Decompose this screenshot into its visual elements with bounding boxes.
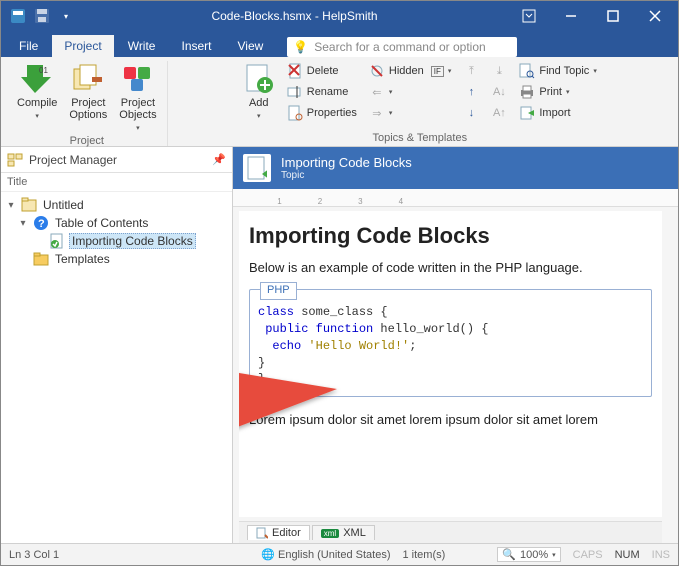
search-input[interactable]: 💡 Search for a command or option xyxy=(287,37,517,57)
find-topic-button[interactable]: Find Topic ▾ xyxy=(515,61,600,81)
app-icon[interactable] xyxy=(7,5,29,27)
hidden-button[interactable]: Hidden IF ▾ xyxy=(365,61,455,81)
xml-badge-icon: xml xyxy=(321,529,339,538)
window-title: Code-Blocks.hsmx - HelpSmith xyxy=(77,9,512,23)
ruler[interactable]: 1234 xyxy=(233,189,678,207)
editor-area[interactable]: Importing Code Blocks Below is an exampl… xyxy=(239,211,662,517)
save-icon[interactable] xyxy=(31,5,53,27)
tree-root[interactable]: ▾ Untitled xyxy=(3,196,230,214)
search-placeholder: Search for a command or option xyxy=(314,40,485,54)
close-button[interactable] xyxy=(638,1,672,31)
status-items: 1 item(s) xyxy=(402,549,445,561)
status-ins: INS xyxy=(652,549,670,561)
project-icon xyxy=(21,197,37,213)
help-icon: ? xyxy=(33,215,49,231)
rename-button[interactable]: Rename xyxy=(283,82,361,102)
minimize-button[interactable] xyxy=(554,1,588,31)
qat-dropdown-icon[interactable]: ▾ xyxy=(55,5,77,27)
print-button[interactable]: Print ▾ xyxy=(515,82,600,102)
project-tree[interactable]: ▾ Untitled ▾ ? Table of Contents Importi… xyxy=(1,192,232,543)
status-num: NUM xyxy=(615,549,640,561)
tree-column-title[interactable]: Title xyxy=(1,173,232,192)
topic-icon xyxy=(49,233,65,249)
tab-file[interactable]: File xyxy=(7,35,50,57)
status-language[interactable]: 🌐 English (United States) xyxy=(261,548,390,561)
tab-xml[interactable]: xml XML xyxy=(312,525,375,540)
project-manager-header: Project Manager 📌 xyxy=(1,147,232,173)
delete-button[interactable]: Delete xyxy=(283,61,361,81)
move-left-button: ⇐▾ xyxy=(365,82,455,102)
group-topics-label: Topics & Templates xyxy=(373,132,468,146)
svg-text:01: 01 xyxy=(39,66,48,75)
topic-header: Importing Code Blocks Topic xyxy=(233,147,678,189)
tree-toc[interactable]: ▾ ? Table of Contents xyxy=(3,214,230,232)
properties-button[interactable]: Properties xyxy=(283,103,361,123)
tab-editor[interactable]: Editor xyxy=(247,525,310,540)
move-first-button: ⤒ xyxy=(459,61,483,81)
import-button[interactable]: Import xyxy=(515,103,600,123)
lightbulb-icon: 💡 xyxy=(293,40,308,54)
topic-page-icon xyxy=(243,154,271,182)
project-manager-icon xyxy=(7,152,23,168)
tree-templates[interactable]: Templates xyxy=(3,250,230,268)
status-caps: CAPS xyxy=(573,549,603,561)
folder-icon xyxy=(33,251,49,267)
topic-subtitle: Topic xyxy=(281,170,412,181)
svg-text:?: ? xyxy=(38,218,45,230)
doc-lorem: Lorem ipsum dolor sit amet lorem ipsum d… xyxy=(249,411,652,429)
doc-heading: Importing Code Blocks xyxy=(249,223,652,249)
tree-topic-importing[interactable]: Importing Code Blocks xyxy=(3,232,230,250)
move-right-button: ⇒▾ xyxy=(365,103,455,123)
sort-asc-button: A↓ xyxy=(487,82,511,102)
topic-title: Importing Code Blocks xyxy=(281,155,412,170)
move-down-button[interactable]: ↓ xyxy=(459,103,483,123)
tab-project[interactable]: Project xyxy=(52,35,113,57)
project-options-button[interactable]: Project Options xyxy=(65,61,111,135)
zoom-control[interactable]: 🔍 100% ▾ xyxy=(497,547,560,562)
move-up-button[interactable]: ↑ xyxy=(459,82,483,102)
code-block: PHP class some_class { public function h… xyxy=(249,289,652,397)
tab-insert[interactable]: Insert xyxy=(169,35,223,57)
doc-intro: Below is an example of code written in t… xyxy=(249,259,652,277)
maximize-button[interactable] xyxy=(596,1,630,31)
code-lang-label: PHP xyxy=(260,282,297,299)
sort-desc-button: A↑ xyxy=(487,103,511,123)
tab-write[interactable]: Write xyxy=(116,35,168,57)
tab-view[interactable]: View xyxy=(226,35,276,57)
move-last-button: ⤓ xyxy=(487,61,511,81)
status-cursor-pos: Ln 3 Col 1 xyxy=(9,549,59,561)
add-button[interactable]: Add▾ xyxy=(239,61,279,123)
pin-icon[interactable]: 📌 xyxy=(212,153,226,166)
project-objects-button[interactable]: Project Objects▾ xyxy=(115,61,160,135)
compile-button[interactable]: 01 Compile▾ xyxy=(13,61,61,135)
ribbon-display-icon[interactable] xyxy=(512,1,546,31)
editor-tab-icon xyxy=(256,527,268,539)
